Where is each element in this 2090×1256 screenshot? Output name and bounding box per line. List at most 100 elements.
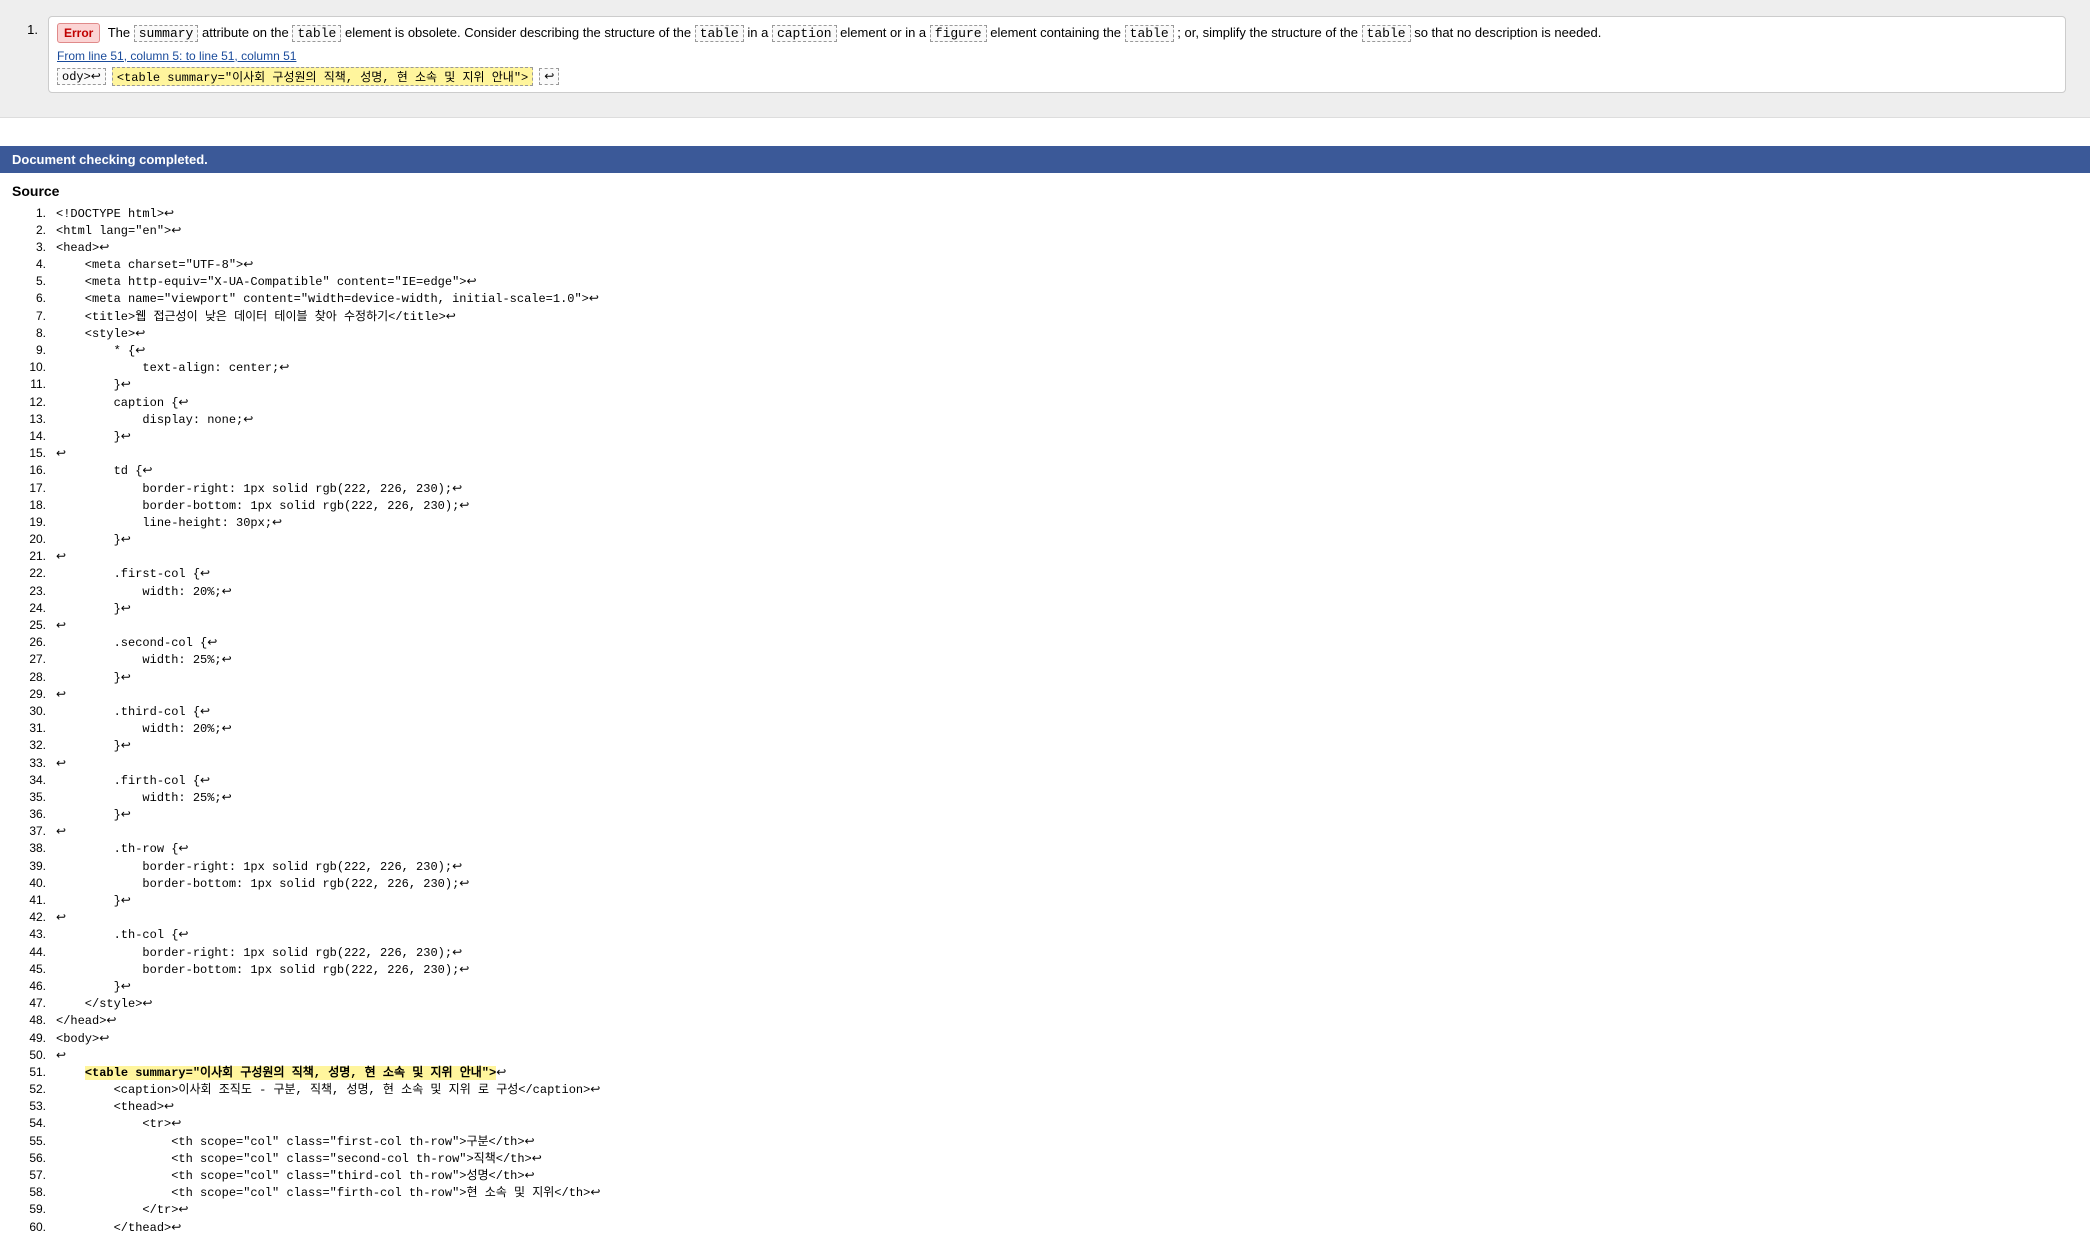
line-code: }↩	[56, 429, 131, 445]
source-line: 48.</head>↩	[18, 1012, 2090, 1029]
code-figure: figure	[930, 25, 987, 42]
source-line: 35. width: 25%;↩	[18, 789, 2090, 806]
line-code: <tr>↩	[56, 1116, 181, 1132]
line-number: 56.	[18, 1150, 46, 1166]
line-number: 35.	[18, 789, 46, 805]
line-number: 34.	[18, 772, 46, 788]
source-line: 20. }↩	[18, 531, 2090, 548]
line-number: 28.	[18, 669, 46, 685]
msg-text: element containing the	[990, 25, 1124, 40]
line-code: .th-row {↩	[56, 841, 188, 857]
line-number: 33.	[18, 755, 46, 771]
source-line: 18. border-bottom: 1px solid rgb(222, 22…	[18, 497, 2090, 514]
line-number: 39.	[18, 858, 46, 874]
line-code: ↩	[56, 756, 66, 772]
line-code: caption {↩	[56, 395, 188, 411]
line-code: <th scope="col" class="firth-col th-row"…	[56, 1185, 600, 1201]
source-listing: 1.<!DOCTYPE html>↩2.<html lang="en">↩3.<…	[0, 205, 2090, 1256]
error-location: From line 51, column 5: to line 51, colu…	[57, 48, 2057, 63]
line-code: text-align: center;↩	[56, 360, 289, 376]
line-code: ↩	[56, 824, 66, 840]
line-code: display: none;↩	[56, 412, 253, 428]
source-line: 13. display: none;↩	[18, 411, 2090, 428]
line-code: ↩	[56, 618, 66, 634]
line-code: <meta http-equiv="X-UA-Compatible" conte…	[56, 274, 477, 290]
line-code: </thead>↩	[56, 1220, 181, 1236]
line-number: 1.	[18, 205, 46, 221]
line-code: border-right: 1px solid rgb(222, 226, 23…	[56, 481, 462, 497]
source-line: 50. ↩	[18, 1047, 2090, 1064]
line-number: 46.	[18, 978, 46, 994]
source-line: 29.↩	[18, 686, 2090, 703]
line-code: .third-col {↩	[56, 704, 210, 720]
line-code: <!DOCTYPE html>↩	[56, 206, 174, 222]
line-code: border-bottom: 1px solid rgb(222, 226, 2…	[56, 876, 469, 892]
msg-text: element or in a	[840, 25, 930, 40]
line-code: <caption>이사회 조직도 - 구분, 직책, 성명, 현 소속 및 지위…	[56, 1082, 600, 1098]
msg-text: in a	[747, 25, 772, 40]
line-number: 30.	[18, 703, 46, 719]
source-line: 15.↩	[18, 445, 2090, 462]
line-number: 50.	[18, 1047, 46, 1063]
line-number: 43.	[18, 926, 46, 942]
error-location-link[interactable]: From line 51, column 5: to line 51, colu…	[57, 49, 296, 63]
source-line: 43. .th-col {↩	[18, 926, 2090, 943]
line-number: 41.	[18, 892, 46, 908]
line-number: 60.	[18, 1219, 46, 1235]
line-number: 8.	[18, 325, 46, 341]
line-code: <meta name="viewport" content="width=dev…	[56, 291, 599, 307]
line-code: .firth-col {↩	[56, 773, 210, 789]
source-line: 1. <!DOCTYPE html>↩	[18, 205, 2090, 222]
line-code: }↩	[56, 601, 131, 617]
line-code: ↩	[56, 1048, 66, 1064]
line-number: 49.	[18, 1030, 46, 1046]
line-code: <html lang="en">↩	[56, 223, 181, 239]
line-number: 51.	[18, 1064, 46, 1080]
line-number: 48.	[18, 1012, 46, 1028]
source-line: 54. <tr>↩	[18, 1115, 2090, 1132]
line-code: ↩	[56, 549, 66, 565]
line-number: 17.	[18, 480, 46, 496]
line-code: </style>↩	[56, 996, 152, 1012]
line-number: 3.	[18, 239, 46, 255]
line-code: <meta charset="UTF-8">↩	[56, 257, 253, 273]
code-table: table	[1125, 25, 1174, 42]
source-line: 51. <table summary="이사회 구성원의 직책, 성명, 현 소…	[18, 1064, 2090, 1081]
line-code: }↩	[56, 807, 131, 823]
line-code: .th-col {↩	[56, 927, 188, 943]
line-code: .second-col {↩	[56, 635, 217, 651]
code-summary: summary	[134, 25, 199, 42]
source-line: 53. <thead>↩	[18, 1098, 2090, 1115]
line-code: }↩	[56, 979, 131, 995]
source-line: 57. <th scope="col" class="third-col th-…	[18, 1167, 2090, 1184]
line-number: 36.	[18, 806, 46, 822]
line-code: }↩	[56, 532, 131, 548]
source-line: 55. <th scope="col" class="first-col th-…	[18, 1133, 2090, 1150]
source-line: 59. </tr>↩	[18, 1201, 2090, 1218]
source-line: 32. }↩	[18, 737, 2090, 754]
code-table: table	[695, 25, 744, 42]
source-line: 44. border-right: 1px solid rgb(222, 226…	[18, 944, 2090, 961]
error-badge: Error	[57, 23, 100, 43]
line-number: 15.	[18, 445, 46, 461]
source-line: 11. }↩	[18, 376, 2090, 393]
code-table: table	[1362, 25, 1411, 42]
source-line: 16. td {↩	[18, 462, 2090, 479]
line-number: 24.	[18, 600, 46, 616]
line-code: width: 25%;↩	[56, 790, 232, 806]
msg-text: attribute on the	[202, 25, 292, 40]
snippet-highlight: <table summary="이사회 구성원의 직책, 성명, 현 소속 및 …	[112, 67, 533, 86]
source-line: 9. * {↩	[18, 342, 2090, 359]
line-code: border-bottom: 1px solid rgb(222, 226, 2…	[56, 498, 469, 514]
line-number: 12.	[18, 394, 46, 410]
code-table: table	[292, 25, 341, 42]
source-line: 19. line-height: 30px;↩	[18, 514, 2090, 531]
source-line: 47. </style>↩	[18, 995, 2090, 1012]
line-code: * {↩	[56, 343, 145, 359]
line-number: 58.	[18, 1184, 46, 1200]
snippet-right: ↩	[539, 68, 559, 85]
line-number: 5.	[18, 273, 46, 289]
line-number: 23.	[18, 583, 46, 599]
line-code: </tr>↩	[56, 1202, 188, 1218]
line-number: 40.	[18, 875, 46, 891]
